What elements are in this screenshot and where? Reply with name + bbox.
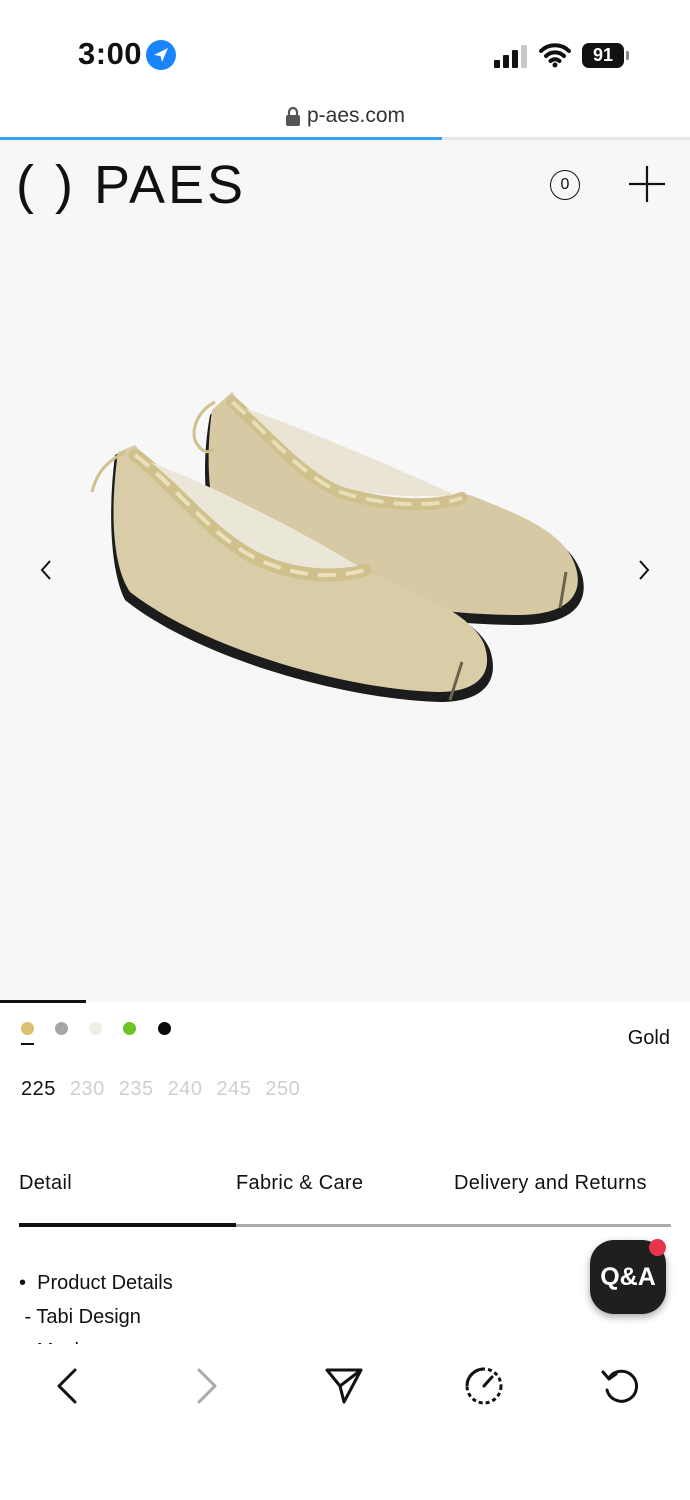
battery-icon: 91 [582,43,630,68]
detail-line: - Tabi Design [19,1306,141,1328]
url-text: p-aes.com [306,104,406,127]
status-bar: 3:00 91 [0,0,690,100]
notification-badge [649,1239,666,1256]
wifi-icon [539,42,571,68]
menu-plus-icon[interactable] [627,164,667,204]
reload-icon[interactable] [599,1364,643,1408]
color-swatch-green[interactable] [123,1022,136,1035]
gallery-position-indicator [0,1000,86,1003]
location-arrow-icon [146,40,176,70]
back-icon[interactable] [46,1364,90,1408]
size-selector: 225 230 235 240 245 250 [21,1078,300,1101]
tab-delivery-returns[interactable]: Delivery and Returns [454,1172,647,1195]
info-tabs: Detail Fabric & Care Delivery and Return… [19,1172,671,1202]
forward-icon[interactable] [184,1364,228,1408]
next-image-arrow[interactable] [634,555,654,585]
color-swatch-black[interactable] [158,1022,171,1035]
speed-icon[interactable] [462,1364,506,1408]
status-time: 3:00 [78,36,143,71]
size-option[interactable]: 225 [21,1078,56,1101]
tab-detail[interactable]: Detail [19,1172,72,1195]
share-icon[interactable] [322,1364,366,1408]
signal-icon [494,44,528,68]
tab-fabric-care[interactable]: Fabric & Care [236,1172,363,1195]
color-swatch-cream[interactable] [89,1022,102,1035]
battery-level: 91 [582,43,624,68]
detail-line: - Mesh [19,1334,579,1344]
browser-toolbar [0,1344,690,1500]
size-option[interactable]: 240 [168,1078,203,1101]
lock-icon [285,106,301,126]
color-swatch-grey[interactable] [55,1022,68,1035]
tab-active-indicator [19,1223,236,1227]
color-swatch-gold[interactable] [21,1022,34,1035]
brand-logo[interactable]: ( ) PAES [16,154,246,216]
selected-color-name: Gold [627,1027,670,1049]
detail-line: • Product Details [19,1272,173,1294]
site-header: ( ) PAES 0 [0,140,690,230]
size-option[interactable]: 230 [70,1078,105,1101]
product-image [90,392,584,702]
address-bar[interactable]: p-aes.com [0,104,690,140]
cart-button[interactable]: 0 [550,170,580,200]
detail-content: • Product Details - Tabi Design - Mesh [19,1266,579,1344]
selected-swatch-underline [21,1043,34,1045]
size-option[interactable]: 235 [119,1078,154,1101]
previous-image-arrow[interactable] [36,555,56,585]
size-option[interactable]: 245 [217,1078,252,1101]
product-gallery[interactable] [0,230,690,1002]
size-option[interactable]: 250 [265,1078,300,1101]
